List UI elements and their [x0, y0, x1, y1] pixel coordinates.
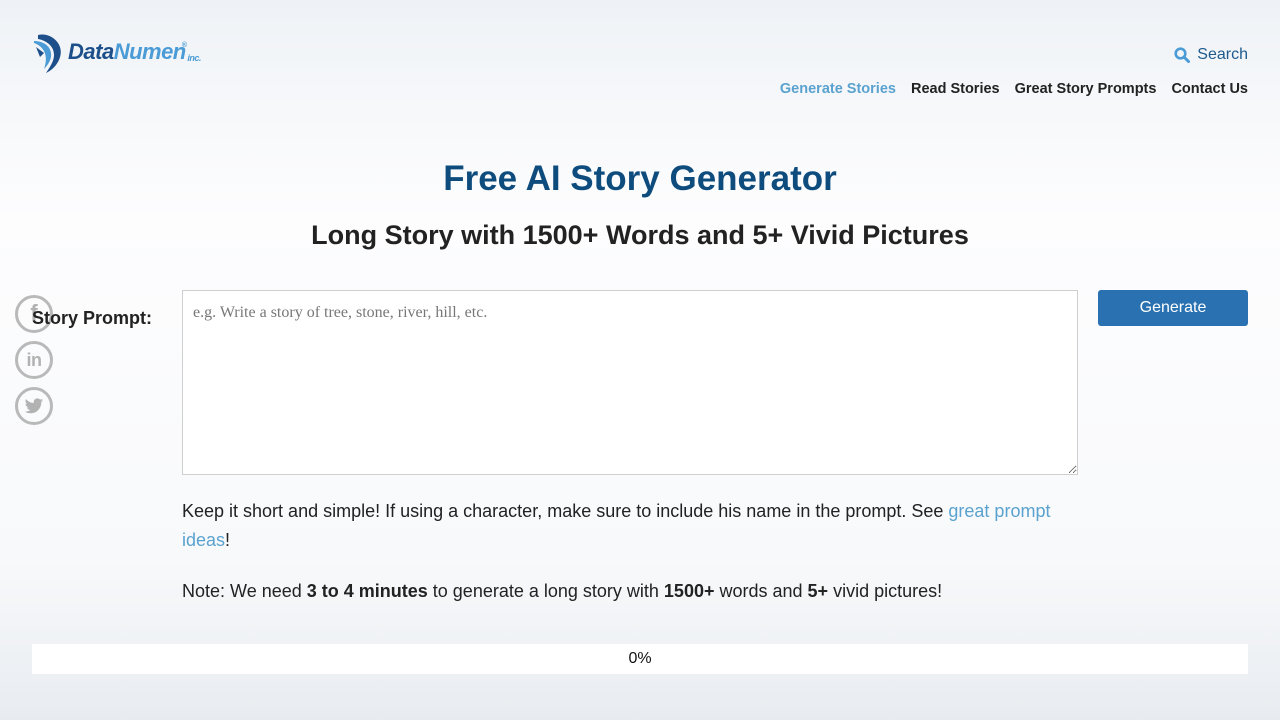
logo-suffix: inc.	[187, 53, 201, 63]
note-text: Note: We need	[182, 581, 307, 601]
hint-end: !	[225, 530, 231, 550]
note-text: to generate a long story with	[427, 581, 664, 601]
logo-text: DataNumen®inc.	[68, 39, 201, 65]
note-text: words and	[714, 581, 808, 601]
logo-registered: ®	[181, 42, 187, 49]
logo-primary: Data	[68, 39, 114, 64]
prompt-hint: Keep it short and simple! If using a cha…	[182, 497, 1072, 555]
search-button[interactable]: Search	[1174, 46, 1248, 64]
logo-shield-icon	[34, 34, 61, 73]
linkedin-icon: in	[26, 349, 43, 370]
twitter-icon	[24, 397, 44, 413]
story-prompt-input[interactable]	[182, 290, 1078, 475]
nav-generate-stories[interactable]: Generate Stories	[780, 81, 896, 97]
nav-great-story-prompts[interactable]: Great Story Prompts	[1015, 81, 1157, 97]
main-nav: Generate Stories Read Stories Great Stor…	[780, 81, 1248, 97]
page-subtitle: Long Story with 1500+ Words and 5+ Vivid…	[311, 220, 969, 250]
generation-progress-bar: 0%	[32, 644, 1248, 674]
page-title: Free AI Story Generator	[443, 159, 837, 198]
nav-read-stories[interactable]: Read Stories	[911, 81, 1000, 97]
note-bold-words: 1500+	[663, 581, 715, 601]
nav-contact-us[interactable]: Contact Us	[1171, 81, 1248, 97]
search-label: Search	[1197, 46, 1248, 63]
progress-label: 0%	[628, 650, 652, 667]
linkedin-share-button[interactable]: in	[15, 341, 53, 379]
datanumen-logo[interactable]: DataNumen®inc.	[32, 30, 244, 74]
note-bold-duration: 3 to 4 minutes	[306, 581, 428, 601]
story-prompt-label: Story Prompt:	[32, 308, 153, 328]
generate-button[interactable]: Generate	[1098, 290, 1248, 326]
note-bold-pictures: 5+	[807, 581, 829, 601]
hint-text: Keep it short and simple! If using a cha…	[182, 501, 949, 521]
twitter-share-button[interactable]	[15, 387, 53, 425]
logo-secondary: Numen	[113, 39, 187, 64]
search-icon	[1174, 47, 1191, 63]
generation-time-note: Note: We need 3 to 4 minutes to generate…	[182, 577, 942, 606]
note-text: vivid pictures!	[828, 581, 943, 601]
